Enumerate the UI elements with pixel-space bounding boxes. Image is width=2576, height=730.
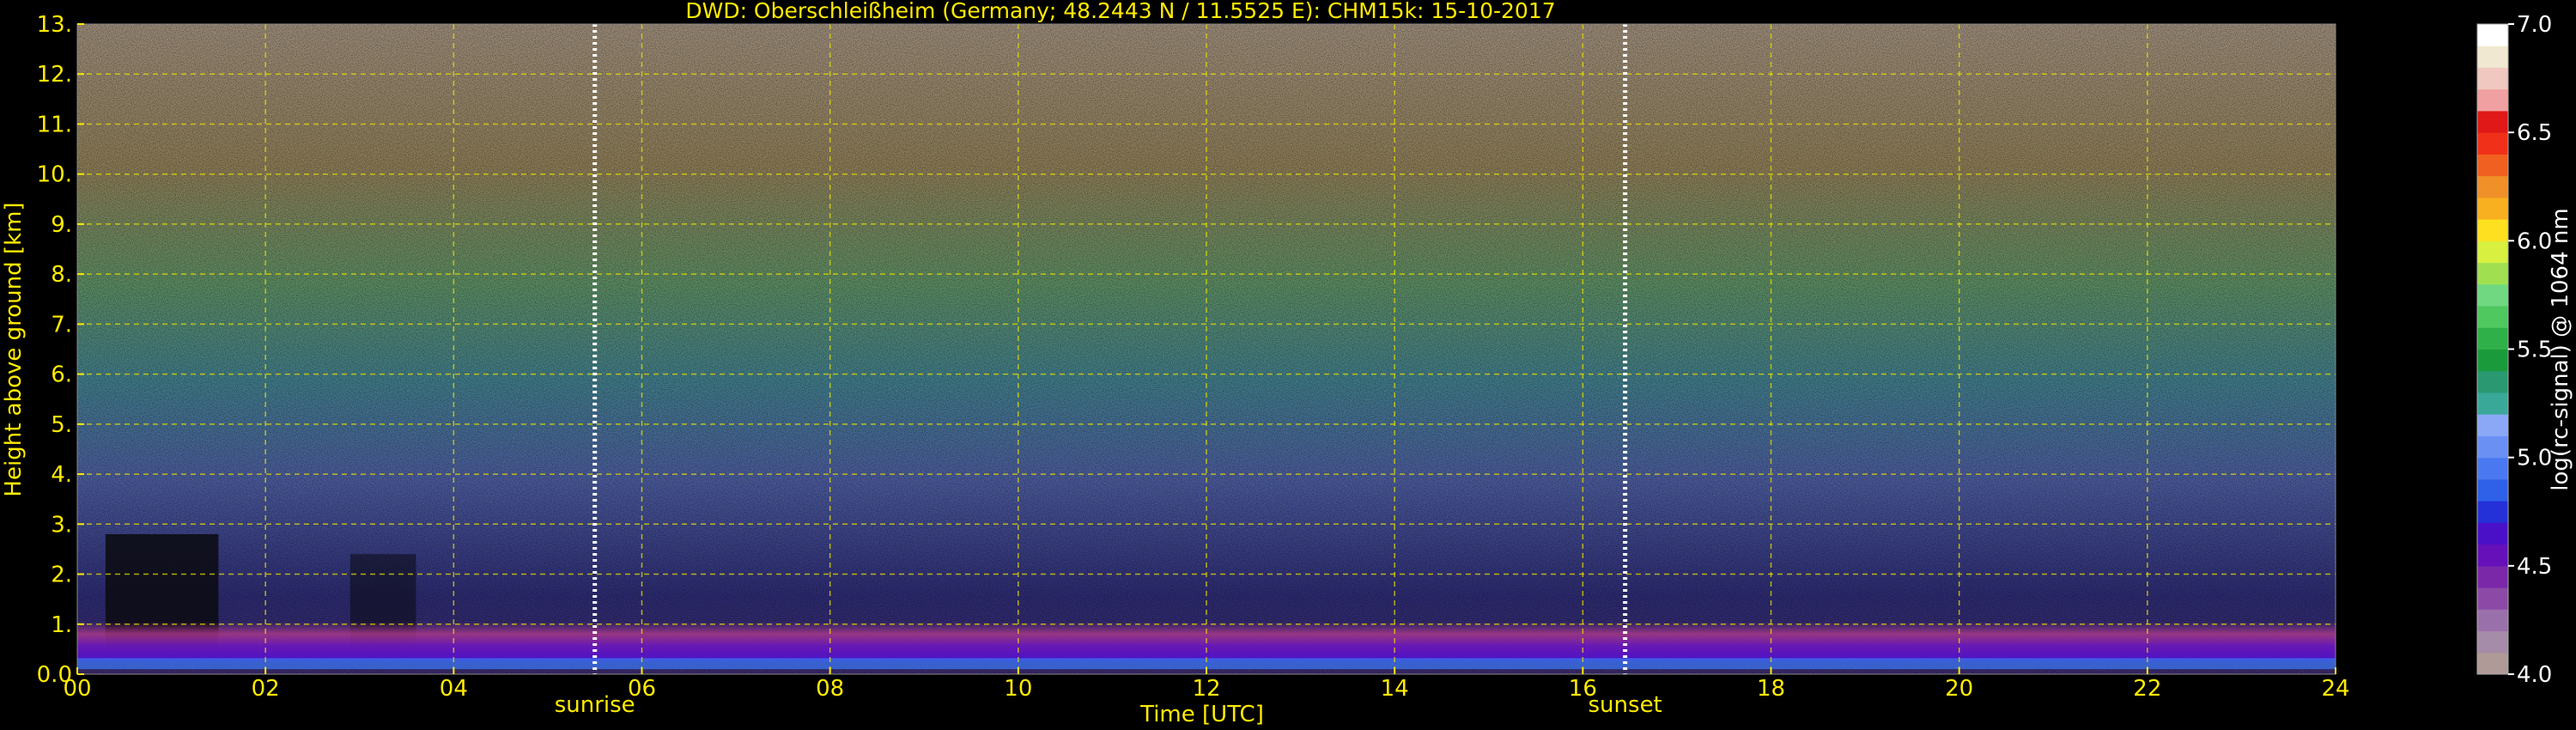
colorbar-segment xyxy=(2477,262,2508,285)
y-tick-label: 8. xyxy=(51,262,72,288)
x-tick-label: 02 xyxy=(252,676,280,702)
x-tick-label: 12 xyxy=(1192,676,1220,702)
colorbar-segment xyxy=(2477,370,2508,393)
colorbar-segment xyxy=(2477,110,2508,133)
y-tick-label: 4. xyxy=(51,462,72,488)
colorbar-segment xyxy=(2477,349,2508,372)
colorbar xyxy=(2476,23,2509,675)
sun-marker-labels: sunrise sunset xyxy=(555,692,1662,718)
y-tick-label: 7. xyxy=(51,312,72,338)
y-tick-label: 10. xyxy=(37,162,72,188)
colorbar-segment xyxy=(2477,501,2508,523)
colorbar-segment xyxy=(2477,414,2508,436)
colorbar-segment xyxy=(2477,327,2508,350)
y-tick-label: 11. xyxy=(37,112,72,137)
y-tick-label: 13. xyxy=(37,12,72,38)
x-tick-label: 08 xyxy=(816,676,844,702)
sun-marker-label: sunrise xyxy=(555,692,635,718)
y-tick-label: 1. xyxy=(51,612,72,638)
colorbar-segment xyxy=(2477,478,2508,502)
x-tick-label: 24 xyxy=(2321,676,2349,702)
colorbar-segment xyxy=(2477,652,2508,675)
x-tick-label: 22 xyxy=(2133,676,2161,702)
colorbar-ticks: 4.04.55.05.56.06.57.0 xyxy=(2508,12,2552,688)
colorbar-segment xyxy=(2477,587,2508,610)
colorbar-segment xyxy=(2477,457,2508,480)
colorbar-segment xyxy=(2477,24,2508,46)
y-tick-label: 12. xyxy=(37,62,72,88)
colorbar-tick-label: 7.0 xyxy=(2517,12,2552,38)
colorbar-tick-label: 6.5 xyxy=(2517,120,2552,146)
colorbar-segment xyxy=(2477,544,2508,567)
y-tick-label: 3. xyxy=(51,512,72,538)
x-tick-label: 10 xyxy=(1004,676,1032,702)
y-tick-label: 5. xyxy=(51,412,72,438)
colorbar-segment xyxy=(2477,630,2508,654)
colorbar-segment xyxy=(2477,565,2508,588)
x-tick-label: 20 xyxy=(1945,676,1973,702)
colorbar-segment xyxy=(2477,306,2508,328)
x-tick-label: 14 xyxy=(1381,676,1409,702)
colorbar-segment xyxy=(2477,154,2508,177)
colorbar-segment xyxy=(2477,197,2508,220)
colorbar-segment xyxy=(2477,88,2508,112)
chart-title: DWD: Oberschleißheim (Germany; 48.2443 N… xyxy=(685,0,1555,23)
colorbar-segment xyxy=(2477,132,2508,155)
colorbar-tick-label: 4.0 xyxy=(2517,662,2552,688)
colorbar-segment xyxy=(2477,46,2508,68)
colorbar-segment xyxy=(2477,392,2508,415)
y-tick-label: 9. xyxy=(51,212,72,238)
y-tick-label: 0.0 xyxy=(37,662,72,688)
y-tick-label: 2. xyxy=(51,563,72,588)
x-axis-label: Time [UTC] xyxy=(1139,702,1264,727)
colorbar-segment xyxy=(2477,435,2508,459)
colorbar-segment xyxy=(2477,175,2508,198)
y-axis-label: Height above ground [km] xyxy=(1,202,27,496)
y-tick-label: 6. xyxy=(51,362,72,388)
sun-marker-label: sunset xyxy=(1589,692,1662,718)
colorbar-segment xyxy=(2477,240,2508,264)
colorbar-tick-label: 4.5 xyxy=(2517,554,2552,580)
colorbar-segment xyxy=(2477,67,2508,90)
x-tick-label: 18 xyxy=(1757,676,1785,702)
ceilometer-figure: 00 02 04 06 08 10 12 14 16 18 20 22 24 0.01.2.3.4.5.… xyxy=(1,0,2573,727)
colorbar-segment xyxy=(2477,522,2508,545)
colorbar-label: log(rc-signal) @ 1064 nm xyxy=(2548,208,2573,490)
colorbar-segment xyxy=(2477,609,2508,632)
x-tick-label: 04 xyxy=(440,676,468,702)
colorbar-segment xyxy=(2477,283,2508,307)
colorbar-segment xyxy=(2477,219,2508,241)
